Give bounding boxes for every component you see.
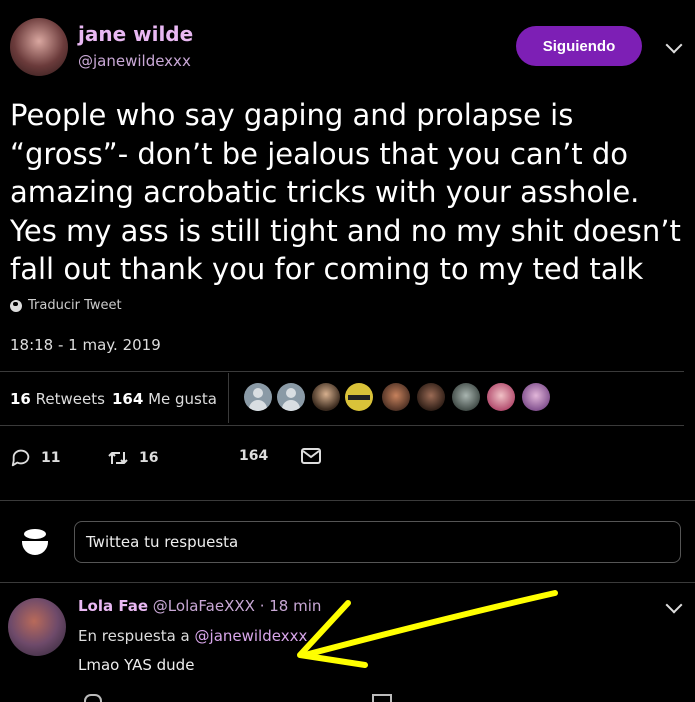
- annotation-arrow: [297, 590, 558, 668]
- arrow-head: [297, 600, 368, 668]
- arrow-shaft: [302, 590, 558, 658]
